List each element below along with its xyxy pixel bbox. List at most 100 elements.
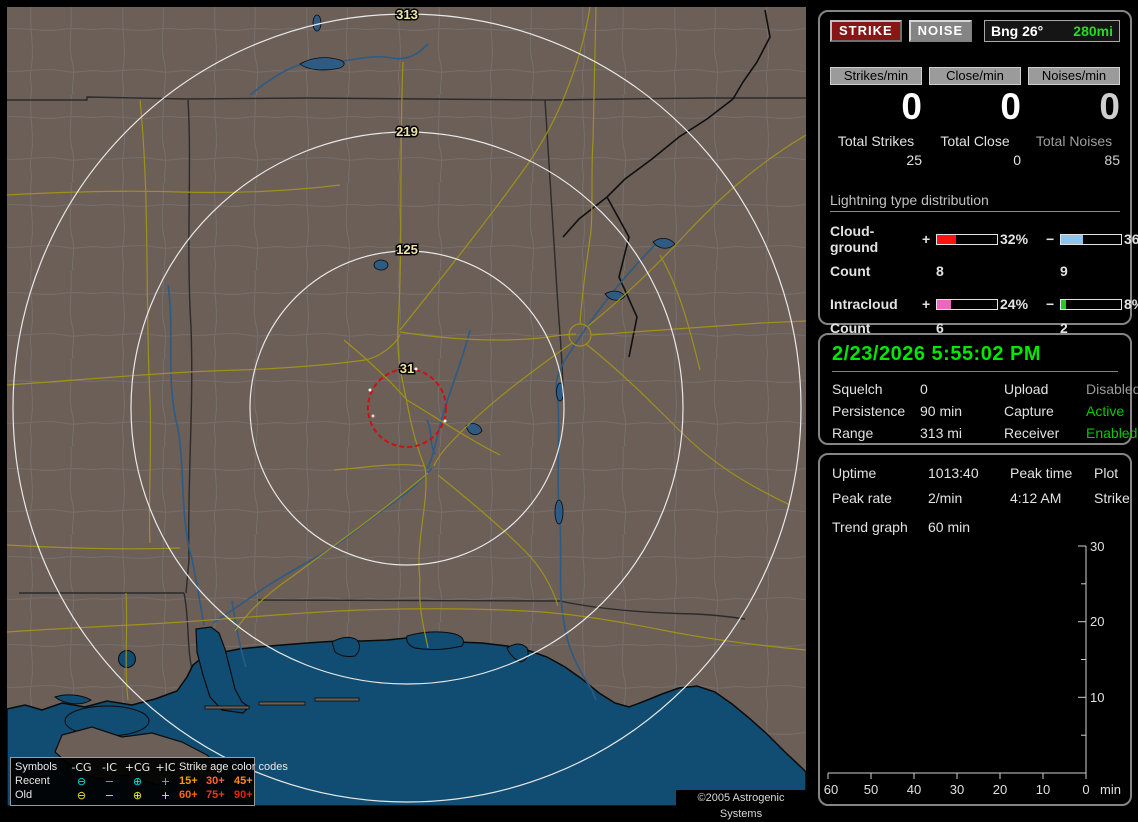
recent-pcg-icon: ⊕ [132,774,143,788]
peak-rate-label: Peak rate [832,490,892,506]
ic-minus-bar-fill [1061,299,1066,309]
close-column: Close/min 0 Total Close 0 [929,67,1021,168]
close-per-min-chip: Close/min [929,67,1021,85]
app-window: { "map": { "copyright": "©2005 Astrogeni… [0,0,1138,820]
noises-column: Noises/min 0 Total Noises 85 [1028,67,1120,168]
total-strikes-label: Total Strikes [837,133,915,149]
trend-graph-row: Trend graph 60 min [832,519,1118,535]
plus-sign: + [922,231,931,247]
age-45: 45+ [234,775,253,787]
capture-label: Capture [1004,403,1054,419]
ic-plus-bar [936,298,998,310]
old-ncg-icon: ⊖ [76,788,87,802]
bearing-range-display: Bng 26° 280mi [984,20,1120,42]
cg-minus-bar-fill [1061,234,1083,244]
intracloud-row: Intracloud + 24% − 8% [830,296,1138,312]
legend-col-nic: -IC [102,760,117,774]
trend-graph: 30 20 10 60 50 40 30 20 10 0 min [824,540,1121,797]
peak-time-value: 4:12 AM [1010,490,1062,506]
ring-label-125: 125 [396,242,418,257]
x-tick-60: 60 [824,782,838,797]
age-75: 75+ [206,789,225,801]
cg-plus-pct: 32% [1000,231,1029,247]
peak-rate-value: 2/min [928,490,963,506]
cloud-ground-row: Cloud-ground + 32% − 36% [830,223,1138,255]
legend-col-ncg: -CG [71,760,92,774]
recent-ncg-icon: ⊖ [76,774,87,788]
capture-status: Active [1086,403,1125,419]
stats-grid: Uptime 1013:40 Peak time Plot Peak rate … [832,465,1130,506]
cg-minus-count: 9 [1060,263,1068,279]
persistence-value: 90 min [920,403,963,419]
cloud-ground-label: Cloud-ground [830,223,879,255]
recent-pic-icon: + [160,774,171,788]
minus-sign: − [1046,296,1055,312]
upload-status: Disabled [1086,381,1138,397]
squelch-label: Squelch [832,381,883,397]
age-15: 15+ [179,775,198,787]
total-noises-value: 85 [1104,152,1120,168]
cg-minus-pct: 36% [1124,231,1138,247]
noises-per-min-chip: Noises/min [1028,67,1120,85]
x-tick-40: 40 [907,782,921,797]
ring-label-219: 219 [396,124,418,139]
cg-plus-count: 8 [936,263,944,279]
ic-plus-bar-fill [937,299,952,309]
close-per-min-value: 0 [1000,86,1021,127]
strikes-column: Strikes/min 0 Total Strikes 25 [830,67,922,168]
age-codes-title: Strike age color codes [179,761,288,773]
age-30: 30+ [206,775,225,787]
range-label: Range [832,425,874,441]
strikes-per-min-chip: Strikes/min [830,67,922,85]
status-grid: Squelch 0 Upload Disabled Persistence 90… [832,381,1138,441]
plot-mode-value: Strike [1094,490,1130,506]
total-strikes-value: 25 [906,152,922,168]
distribution-title: Lightning type distribution [830,192,1120,212]
persistence-label: Persistence [832,403,906,419]
x-tick-0: 0 [1082,782,1089,797]
x-tick-30: 30 [950,782,964,797]
y-tick-10: 10 [1090,690,1104,705]
strikes-per-min-value: 0 [901,86,922,127]
uptime-value: 1013:40 [928,465,979,481]
bearing-value: Bng 26° [991,23,1044,39]
legend-col-pcg: +CG [124,760,151,774]
trend-window-value: 60 min [928,519,971,535]
recent-nic-icon: − [104,774,115,788]
symbol-legend: Symbols -CG -IC +CG +IC Strike age color… [10,757,288,806]
counters-box: STRIKE NOISE Bng 26° 280mi Strikes/min 0… [818,10,1138,336]
minus-sign: − [1046,231,1055,247]
upload-label: Upload [1004,381,1049,397]
datetime-display: 2/23/2026 5:55:02 PM [832,343,1118,372]
age-60: 60+ [179,789,198,801]
strike-button[interactable]: STRIKE [830,20,902,42]
receiver-status: Enabled [1086,425,1138,441]
cloud-ground-count-row: Count 8 9 [830,263,1120,279]
noise-button[interactable]: NOISE [908,20,973,42]
intracloud-label: Intracloud [830,296,898,312]
trend-box: Uptime 1013:40 Peak time Plot Peak rate … [818,453,1132,806]
map-svg: 313 219 125 31 [7,7,806,806]
x-axis-unit: min [1100,782,1121,797]
y-tick-30: 30 [1090,540,1104,554]
plus-sign: + [922,296,931,312]
legend-row-old: Old [15,789,33,801]
x-tick-10: 10 [1036,782,1050,797]
total-noises-label: Total Noises [1035,133,1113,149]
old-pcg-icon: ⊕ [132,788,143,802]
old-pic-icon: + [160,788,171,802]
total-close-value: 0 [1013,152,1021,168]
cg-plus-bar-fill [937,234,957,244]
y-tick-20: 20 [1090,614,1104,629]
plot-label: Plot [1094,465,1119,481]
ring-label-313: 313 [396,7,418,22]
trend-graph-label: Trend graph [832,519,908,535]
range-value: 280mi [1073,23,1113,39]
legend-title: Symbols [15,761,58,773]
lightning-map[interactable]: 313 219 125 31 [7,7,806,806]
squelch-value: 0 [920,381,928,397]
old-nic-icon: − [104,788,115,802]
total-close-label: Total Close [940,133,1010,149]
cg-minus-bar [1060,233,1122,245]
status-box: 2/23/2026 5:55:02 PM Squelch 0 Upload Di… [818,333,1138,445]
